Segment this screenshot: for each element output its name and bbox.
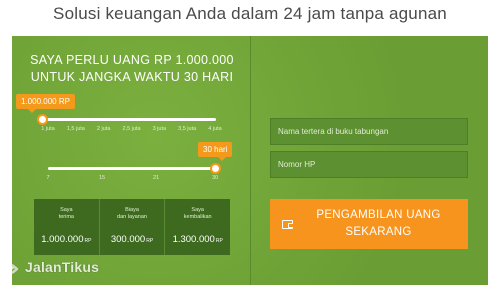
amount-slider-track[interactable] [43, 118, 216, 121]
phone-number-input[interactable] [270, 151, 468, 178]
slider-tick-label: 30 [211, 175, 219, 181]
summary-fee-label: Biaya dan layanan [117, 207, 147, 220]
slider-tick-label: 15 [98, 175, 106, 181]
days-slider-track[interactable] [48, 167, 216, 170]
wallet-icon [282, 219, 293, 229]
loan-term-line: UNTUK JANGKA WAKTU 30 HARI [30, 70, 234, 84]
loan-amount-heading: SAYA PERLU UANG RP 1.000.000 UNTUK JANGK… [26, 52, 238, 86]
slider-tick-label: 1,5 juta [66, 126, 85, 132]
slider-tick-label: 3,5 juta [178, 126, 197, 132]
jalantikus-watermark: JalanTikus [3, 256, 99, 278]
summary-receive-value: 1.000.000RP [41, 234, 92, 245]
panel-divider [250, 36, 251, 285]
amount-tooltip: 1.000.000 RP [16, 94, 75, 113]
slider-tick-label: 1 juta [41, 126, 55, 132]
summary-repay-value: 1.300.000RP [172, 234, 223, 245]
slider-tick-label: 3 juta [152, 126, 167, 132]
page-headline: Solusi keuangan Anda dalam 24 jam tanpa … [53, 4, 447, 23]
summary-receive-label: Saya terima [58, 207, 74, 220]
loan-summary: Saya terima 1.000.000RP Biaya dan layana… [34, 199, 230, 255]
summary-repay: Saya kembalikan 1.300.000RP [165, 199, 230, 255]
summary-repay-label: Saya kembalikan [183, 207, 212, 220]
withdraw-now-label: PENGAMBILAN UANG SEKARANG [316, 209, 441, 238]
slider-tick-label: 2,5 juta [122, 126, 141, 132]
watermark-text: JalanTikus [25, 259, 100, 275]
summary-receive: Saya terima 1.000.000RP [34, 199, 100, 255]
summary-fee: Biaya dan layanan 300.000RP [100, 199, 166, 255]
slider-tick-label: 2 juta [96, 126, 111, 132]
summary-fee-value: 300.000RP [110, 234, 154, 245]
loan-amount-line: SAYA PERLU UANG RP 1.000.000 [30, 53, 234, 67]
amount-slider-handle[interactable] [37, 114, 48, 125]
slider-tick-label: 7 [46, 175, 50, 181]
account-name-input[interactable] [270, 118, 468, 145]
jalantikus-logo-icon [3, 256, 25, 278]
days-tooltip: 30 hari [198, 142, 233, 161]
slider-tick-label: 21 [152, 175, 160, 181]
days-slider-handle[interactable] [210, 163, 221, 174]
slider-tick-label: 4 juta [208, 126, 222, 132]
withdraw-now-button[interactable]: PENGAMBILAN UANG SEKARANG [270, 199, 468, 249]
